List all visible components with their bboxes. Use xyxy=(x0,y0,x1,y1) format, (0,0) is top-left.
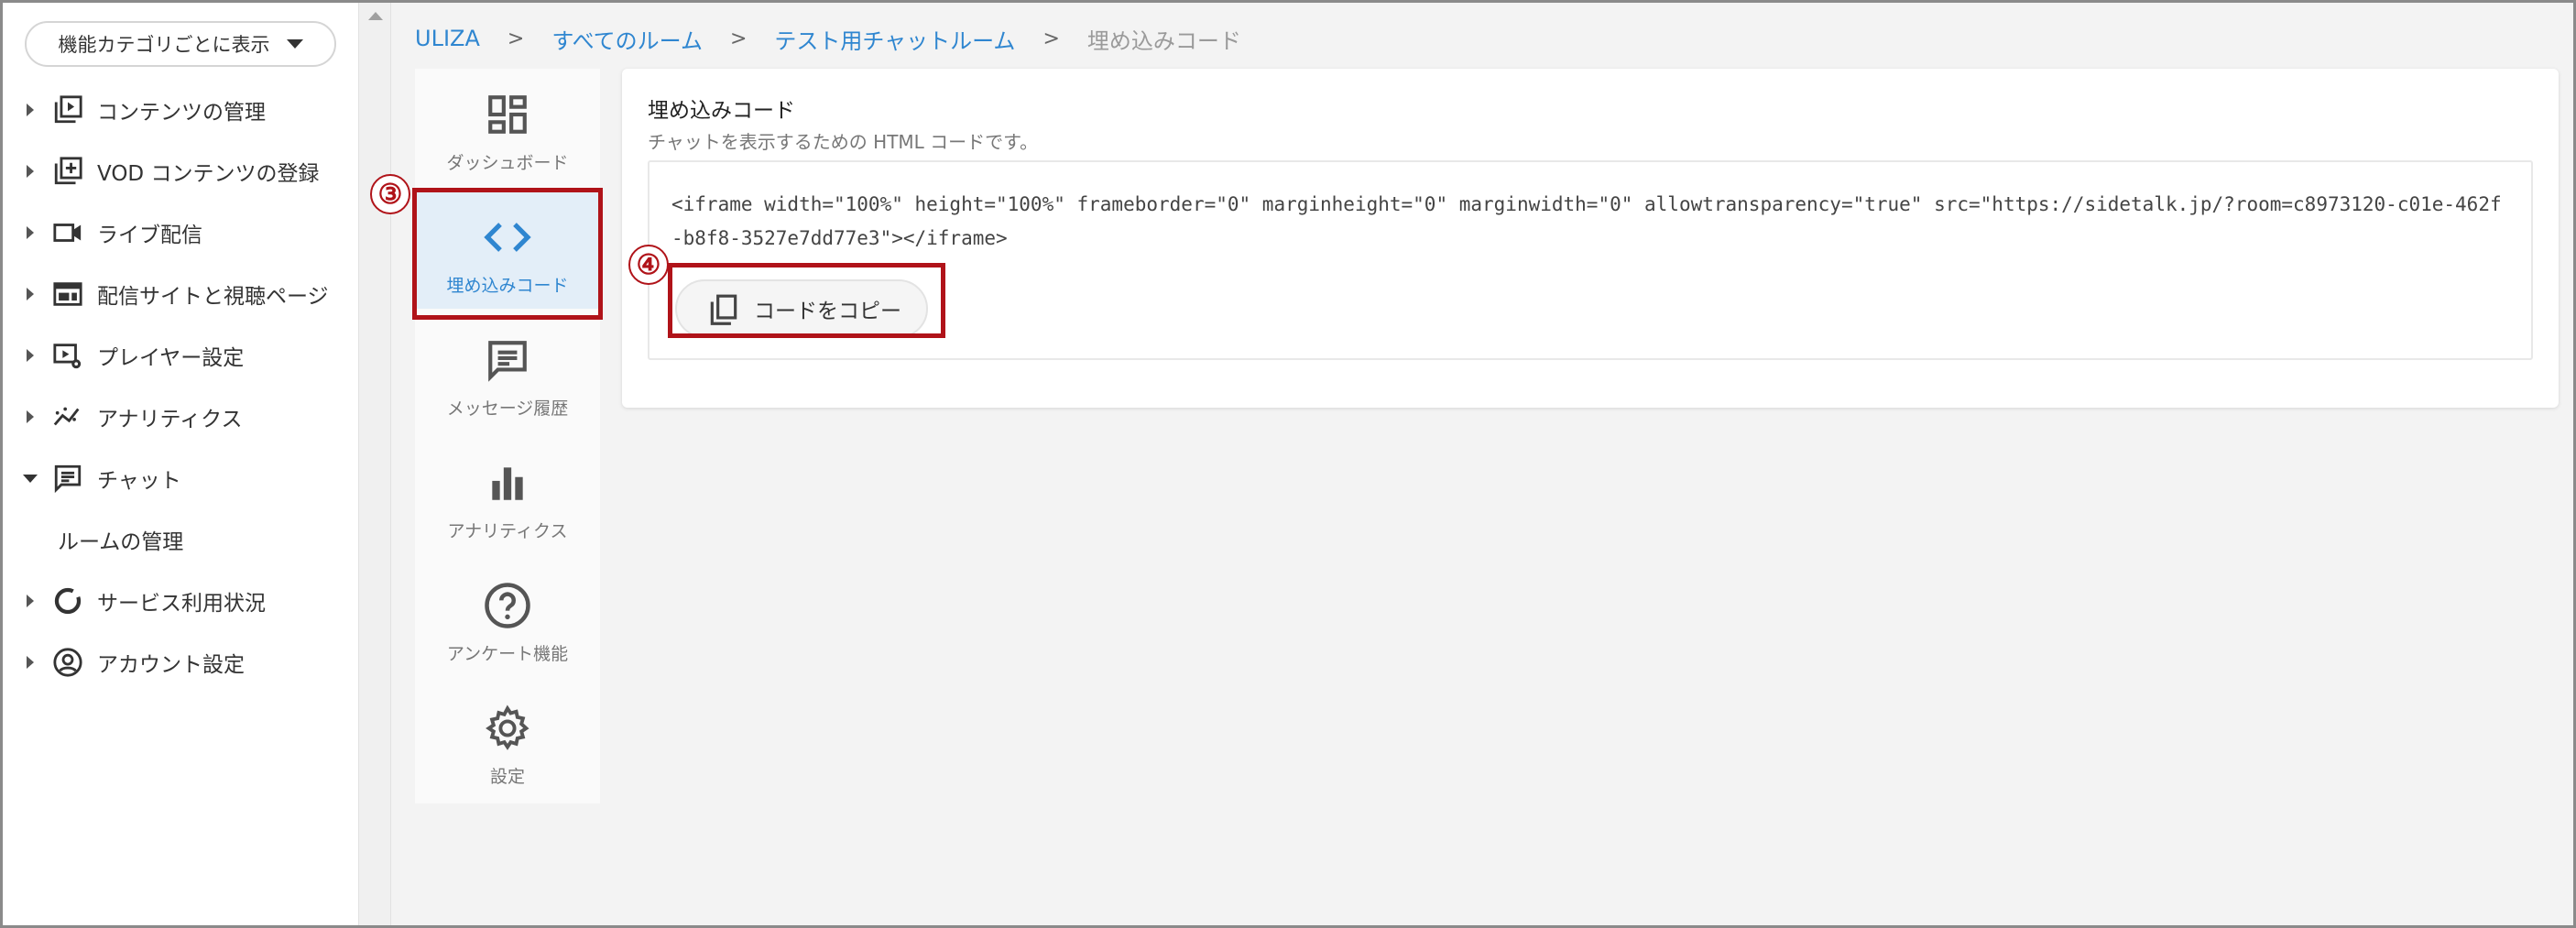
expand-arrow-icon[interactable] xyxy=(27,349,34,362)
help-circle-icon xyxy=(482,580,533,631)
left-sidebar: 機能カテゴリごとに表示 コンテンツの管理 VOD コンテンツの登録 ライブ配信 … xyxy=(3,3,358,925)
sidebar-item-label: コンテンツの管理 xyxy=(97,101,266,125)
embed-code-text[interactable]: <iframe width="100%" height="100%" frame… xyxy=(671,188,2513,256)
breadcrumb-current: 埋め込みコード xyxy=(1086,27,1241,54)
category-view-button[interactable]: 機能カテゴリごとに表示 xyxy=(25,21,336,67)
expand-arrow-icon[interactable] xyxy=(27,410,34,423)
sidebar-item-usage[interactable]: サービス利用状況 xyxy=(3,573,358,628)
annotation-highlight-3 xyxy=(412,188,603,320)
card-description: チャットを表示するための HTML コードです。 xyxy=(648,131,1039,153)
sidebar-item-label: ライブ配信 xyxy=(97,224,202,247)
scroll-up-arrow-icon[interactable] xyxy=(368,12,383,20)
breadcrumb: ULIZA > すべてのルーム > テスト用チャットルーム > 埋め込みコード xyxy=(415,23,1241,54)
breadcrumb-separator: > xyxy=(507,27,525,50)
expand-arrow-icon[interactable] xyxy=(27,226,34,239)
sidebar-item-contents[interactable]: コンテンツの管理 xyxy=(3,82,358,137)
sidebar-item-player[interactable]: プレイヤー設定 xyxy=(3,328,358,383)
chat-icon xyxy=(50,461,85,496)
sidebar-item-label: サービス利用状況 xyxy=(97,592,266,616)
analytics-icon xyxy=(50,399,85,434)
subnav-label: ダッシュボード xyxy=(446,153,569,173)
sidebar-subitem-room-management[interactable]: ルームの管理 xyxy=(58,524,183,555)
gear-icon xyxy=(482,703,533,754)
breadcrumb-link-test-room[interactable]: テスト用チャットルーム xyxy=(774,23,1015,55)
add-library-icon xyxy=(50,154,85,189)
main-content: ULIZA > すべてのルーム > テスト用チャットルーム > 埋め込みコード … xyxy=(391,3,2573,925)
bar-chart-icon xyxy=(482,457,533,508)
expand-arrow-icon[interactable] xyxy=(27,656,34,669)
subnav-analytics[interactable]: アナリティクス xyxy=(415,437,600,554)
sidebar-item-sites[interactable]: 配信サイトと視聴ページ xyxy=(3,267,358,322)
subnav-survey[interactable]: アンケート機能 xyxy=(415,560,600,677)
sidebar-item-label: プレイヤー設定 xyxy=(97,346,245,370)
subnav-message-history[interactable]: メッセージ履歴 xyxy=(415,314,600,431)
player-settings-icon xyxy=(50,338,85,373)
sidebar-item-label: VOD コンテンツの登録 xyxy=(97,162,320,186)
sidebar-item-label: アカウント設定 xyxy=(97,653,245,677)
sidebar-item-analytics[interactable]: アナリティクス xyxy=(3,389,358,444)
donut-chart-icon xyxy=(50,584,85,618)
sidebar-item-label: チャット xyxy=(97,469,181,493)
breadcrumb-separator: > xyxy=(729,27,748,50)
card-title: 埋め込みコード xyxy=(648,99,795,123)
sidebar-item-label: アナリティクス xyxy=(97,408,243,431)
message-icon xyxy=(482,334,533,386)
annotation-step-4: ④ xyxy=(628,245,669,285)
play-library-icon xyxy=(50,93,85,127)
subnav-label: アナリティクス xyxy=(447,521,568,541)
annotation-highlight-4 xyxy=(668,263,945,338)
category-view-label: 機能カテゴリごとに表示 xyxy=(58,34,270,56)
room-subnav: ダッシュボード 埋め込みコード メッセージ履歴 アナリティクス アンケート機能 xyxy=(415,69,600,803)
sidebar-item-live[interactable]: ライブ配信 xyxy=(3,205,358,260)
sidebar-item-label: 配信サイトと視聴ページ xyxy=(97,285,329,309)
annotation-step-3: ③ xyxy=(370,174,410,214)
caret-down-icon xyxy=(286,39,303,49)
subnav-label: 設定 xyxy=(489,767,525,787)
embed-code-card: 埋め込みコード チャットを表示するための HTML コードです。 <iframe… xyxy=(622,69,2559,408)
expand-arrow-icon[interactable] xyxy=(27,104,34,116)
breadcrumb-link-all-rooms[interactable]: すべてのルーム xyxy=(551,23,703,55)
collapse-arrow-icon[interactable] xyxy=(23,474,38,483)
expand-arrow-icon[interactable] xyxy=(27,595,34,607)
dashboard-icon xyxy=(482,89,533,140)
sidebar-item-chat[interactable]: チャット xyxy=(3,451,358,506)
expand-arrow-icon[interactable] xyxy=(27,288,34,300)
subnav-label: アンケート機能 xyxy=(446,644,569,664)
subnav-label: メッセージ履歴 xyxy=(446,398,569,419)
breadcrumb-link-uliza[interactable]: ULIZA xyxy=(415,26,480,51)
web-page-icon xyxy=(50,277,85,311)
subnav-settings[interactable]: 設定 xyxy=(415,682,600,800)
sidebar-item-vod-register[interactable]: VOD コンテンツの登録 xyxy=(3,144,358,199)
account-circle-icon xyxy=(50,645,85,680)
sidebar-item-account[interactable]: アカウント設定 xyxy=(3,635,358,690)
subnav-dashboard[interactable]: ダッシュボード xyxy=(415,69,600,186)
breadcrumb-separator: > xyxy=(1042,27,1060,50)
sidebar-scrollbar[interactable] xyxy=(358,3,391,925)
videocam-icon xyxy=(50,215,85,250)
expand-arrow-icon[interactable] xyxy=(27,165,34,178)
